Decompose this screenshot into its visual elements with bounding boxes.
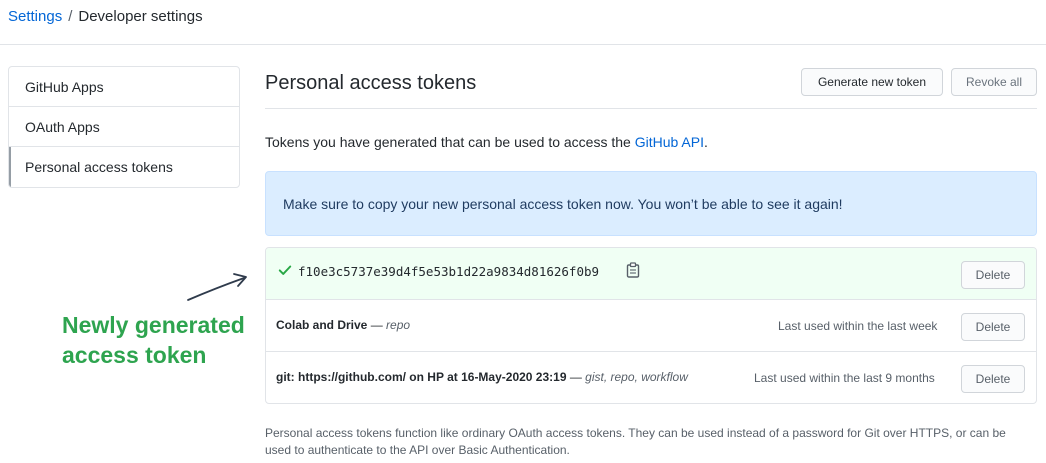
token-delete-button[interactable]: Delete [961, 365, 1025, 393]
github-api-link[interactable]: GitHub API [635, 134, 704, 150]
annotation-label: Newly generated access token [62, 310, 245, 370]
token-delete-button[interactable]: Delete [961, 313, 1025, 341]
new-token-row: f10e3c5737e39d4f5e53b1d22a9834d81626f0b9… [266, 248, 1036, 300]
token-info-note: Personal access tokens function like ord… [265, 426, 1006, 457]
token-list: f10e3c5737e39d4f5e53b1d22a9834d81626f0b9… [265, 247, 1037, 404]
token-last-used: Last used within the last 9 months [754, 371, 935, 385]
token-name[interactable]: git: https://github.com/ on HP at 16-May… [276, 370, 688, 384]
annotation-line-2: access token [62, 342, 207, 368]
token-name-text: git: https://github.com/ on HP at 16-May… [276, 370, 567, 384]
breadcrumb-settings-link[interactable]: Settings [8, 8, 62, 25]
nav-item-github-apps[interactable]: GitHub Apps [9, 67, 239, 107]
copy-token-notice: Make sure to copy your new personal acce… [265, 171, 1037, 236]
clipboard-icon[interactable] [626, 262, 640, 278]
top-bar: Settings / Developer settings [0, 0, 1046, 45]
token-row: Colab and Drive — repo Last used within … [266, 300, 1036, 352]
token-name-text: Colab and Drive [276, 318, 368, 332]
token-name[interactable]: Colab and Drive — repo [276, 318, 410, 332]
intro-text-end: . [703, 134, 708, 150]
new-token-delete-button[interactable]: Delete [961, 261, 1025, 289]
intro-text: Tokens you have generated that can be us… [265, 134, 708, 150]
arrow-icon [187, 273, 247, 301]
page-title: Personal access tokens [265, 72, 477, 94]
token-last-used: Last used within the last week [778, 319, 938, 333]
new-token-value[interactable]: f10e3c5737e39d4f5e53b1d22a9834d81626f0b9 [298, 264, 599, 279]
header-divider [265, 108, 1037, 109]
intro-text-body: Tokens you have generated that can be us… [265, 134, 635, 150]
token-dash: — [367, 318, 387, 332]
breadcrumb-separator: / [68, 8, 73, 25]
token-row: git: https://github.com/ on HP at 16-May… [266, 352, 1036, 403]
revoke-all-button[interactable]: Revoke all [951, 68, 1037, 96]
check-icon [278, 265, 292, 275]
breadcrumb-current: Developer settings [78, 8, 203, 25]
breadcrumb: Settings / Developer settings [8, 8, 203, 26]
nav-item-personal-access-tokens[interactable]: Personal access tokens [9, 147, 239, 187]
nav-item-oauth-apps[interactable]: OAuth Apps [9, 107, 239, 147]
token-scopes: repo [386, 318, 411, 332]
generate-new-token-button[interactable]: Generate new token [801, 68, 943, 96]
developer-settings-nav: GitHub Apps OAuth Apps Personal access t… [8, 66, 240, 188]
token-scopes: gist, repo, workflow [585, 370, 688, 384]
token-dash: — [566, 370, 586, 384]
annotation-line-1: Newly generated [62, 312, 245, 338]
